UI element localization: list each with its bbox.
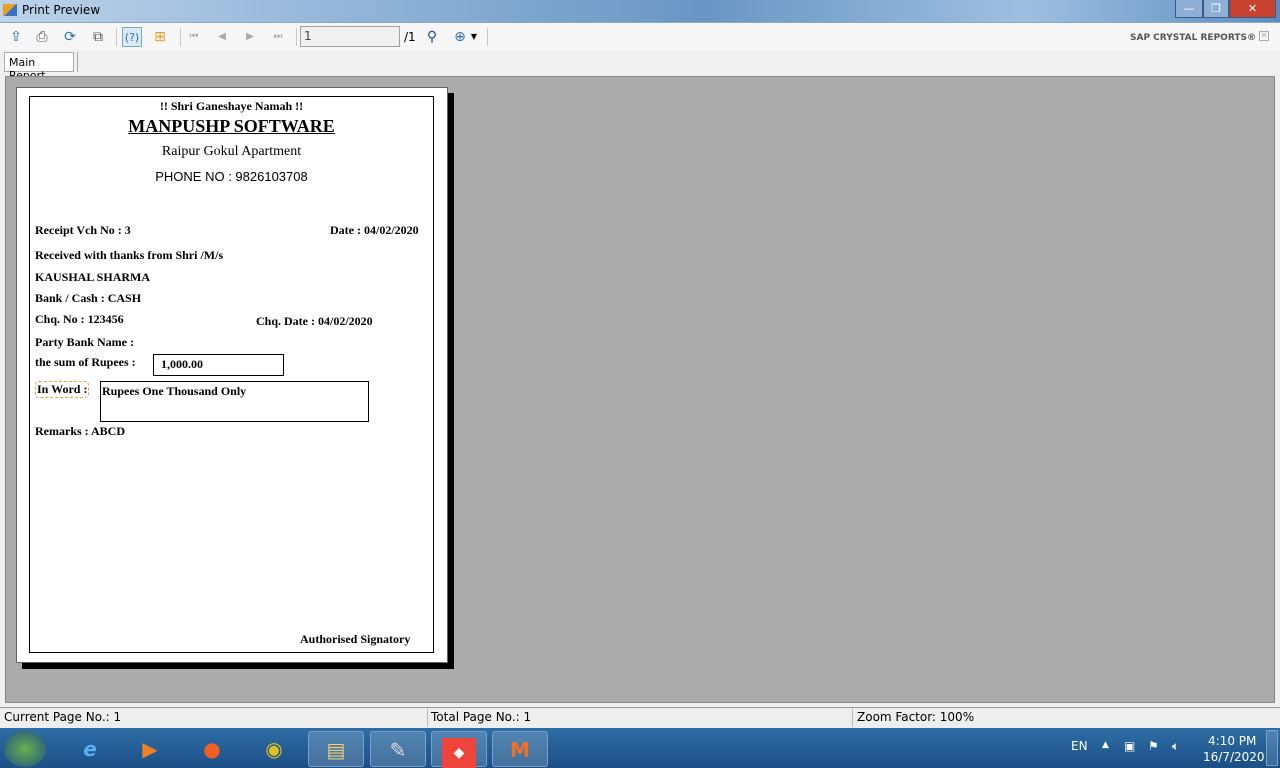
clock-time[interactable]: 4:10 PM (1208, 734, 1256, 748)
chrome-icon[interactable]: ◉ (248, 731, 300, 767)
separator (487, 28, 488, 46)
total-page-status: Total Page No.: 1 (431, 710, 532, 724)
help-icon[interactable]: (?) (122, 27, 142, 47)
title-bar (0, 0, 1280, 22)
receipt-date: Date : 04/02/2020 (330, 223, 419, 237)
current-page-status: Current Page No.: 1 (4, 710, 122, 724)
clock-date[interactable]: 16/7/2020 (1203, 750, 1265, 764)
in-word-value: Rupees One Thousand Only (100, 381, 369, 422)
restore-button[interactable]: ❐ (1203, 0, 1229, 18)
bank-cash: Bank / Cash : CASH (35, 291, 142, 305)
received-from-label: Received with thanks from Shri /M/s (35, 248, 224, 262)
receipt-number: Receipt Vch No : 3 (35, 223, 131, 237)
copy-icon[interactable]: ⧉ (88, 27, 108, 47)
refresh-icon[interactable]: ⟳ (60, 27, 80, 47)
cheque-date: Chq. Date : 04/02/2020 (256, 314, 373, 328)
tab-main-report[interactable]: Main Report (4, 52, 74, 82)
next-page-icon[interactable]: ▶ (240, 27, 260, 47)
close-report-icon[interactable]: ✕ (1259, 31, 1269, 41)
show-desktop-button[interactable] (1266, 730, 1278, 766)
language-indicator[interactable]: EN (1071, 739, 1088, 753)
action-center-flag-icon[interactable]: ⚑ (1148, 739, 1159, 753)
sum-value: 1,000.00 (153, 354, 284, 376)
firefox-icon[interactable]: ● (186, 731, 238, 767)
page-total: /1 (404, 30, 416, 44)
previous-page-icon[interactable]: ◀ (212, 27, 232, 47)
cheque-number: Chq. No : 123456 (35, 312, 124, 326)
zoom-dropdown-chevron-icon[interactable]: ▼ (468, 27, 480, 47)
start-button-icon[interactable] (4, 731, 46, 767)
remarks: Remarks : ABCD (35, 424, 125, 438)
page-number-input[interactable]: 1 (300, 26, 400, 47)
zoom-icon[interactable]: ⊕ (450, 27, 470, 47)
export-icon[interactable]: ⇪ (6, 27, 26, 47)
sum-label: the sum of Rupees : (35, 355, 136, 369)
first-page-icon[interactable]: ⏮ (184, 27, 204, 47)
blessing-text: !! Shri Ganeshaye Namah !! (159, 99, 304, 113)
separator (180, 28, 181, 46)
file-explorer-icon[interactable]: ▤ (308, 731, 364, 767)
paint-icon[interactable]: ✎ (370, 731, 426, 767)
close-button[interactable]: ✕ (1229, 0, 1276, 18)
last-page-icon[interactable]: ⏭ (268, 27, 288, 47)
company-phone: PHONE NO : 9826103708 (155, 169, 308, 184)
anydesk-icon[interactable]: ◆ (431, 731, 487, 768)
separator (427, 708, 428, 727)
window-title: Print Preview (22, 3, 101, 17)
print-icon[interactable]: ⎙ (32, 27, 52, 47)
sap-crystal-reports-logo: SAP CRYSTAL REPORTS® (1130, 33, 1256, 43)
status-bar (0, 707, 1280, 728)
in-word-label: In Word : (35, 381, 90, 398)
separator (296, 28, 297, 46)
minimize-button[interactable]: — (1175, 0, 1203, 18)
party-name: KAUSHAL SHARMA (35, 270, 151, 284)
volume-icon[interactable]: 🔈︎ (1172, 739, 1179, 754)
separator (77, 52, 78, 72)
company-address: Raipur Gokul Apartment (161, 144, 302, 159)
show-hidden-icons-icon[interactable]: ▲ (1102, 740, 1109, 750)
zoom-factor-status: Zoom Factor: 100% (857, 710, 975, 724)
internet-explorer-icon[interactable]: e (64, 731, 116, 767)
find-binoculars-icon[interactable]: ⚲ (422, 27, 442, 47)
network-icon[interactable]: ▣ (1124, 739, 1135, 753)
media-player-icon[interactable]: ▶ (124, 731, 176, 767)
manpushp-app-icon[interactable]: M (492, 731, 548, 767)
app-icon (3, 4, 17, 16)
separator (116, 28, 117, 46)
separator (852, 708, 853, 727)
party-bank-name: Party Bank Name : (35, 335, 134, 349)
company-name: MANPUSHP SOFTWARE (128, 116, 335, 136)
authorised-signatory: Authorised Signatory (300, 632, 411, 646)
group-tree-icon[interactable]: ⊞ (150, 27, 170, 47)
